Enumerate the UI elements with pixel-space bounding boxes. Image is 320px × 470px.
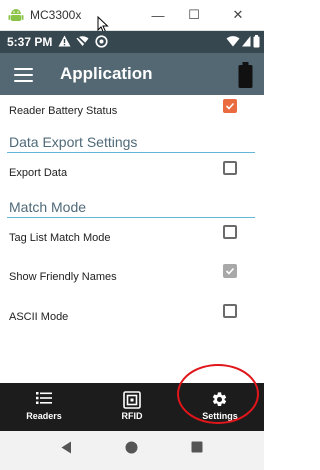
export-data-checkbox[interactable] [223,161,237,175]
tag-list-match-mode-checkbox[interactable] [223,225,237,239]
recents-icon[interactable] [191,441,203,453]
alert-icon [58,35,71,47]
check-icon [225,267,235,275]
list-icon [36,392,52,404]
wifi-off-icon [76,35,89,47]
match-mode-divider [7,217,255,218]
reader-battery-icon [238,62,253,88]
nav-settings-label: Settings [202,411,238,421]
close-window-button[interactable]: ✕ [226,6,250,24]
page-title: Application [60,64,153,83]
maximize-button[interactable]: ☐ [182,6,206,24]
match-mode-header: Match Mode [9,199,87,215]
system-navigation-bar [0,431,264,470]
ascii-mode-label: ASCII Mode [9,311,69,323]
ascii-mode-checkbox[interactable] [223,304,237,318]
gear-icon [212,392,227,407]
check-icon [225,102,235,110]
nav-readers[interactable]: Readers [0,383,88,431]
nav-rfid[interactable]: RFID [88,383,176,431]
settings-list: Reader Battery Status Data Export Settin… [0,95,264,383]
tag-list-match-mode-label: Tag List Match Mode [9,232,111,244]
ascii-mode-row[interactable]: ASCII Mode [0,304,264,324]
battery-status-icon [253,35,260,48]
rfid-icon [123,391,141,409]
signal-icon [242,36,251,47]
bottom-navigation: Readers RFID Settings [0,383,264,431]
status-time: 5:37 PM [7,35,53,49]
nfc-icon [95,35,108,48]
window-title: MC3300x [30,8,82,22]
show-friendly-names-row[interactable]: Show Friendly Names [0,264,264,284]
hamburger-menu-icon[interactable] [14,68,33,82]
show-friendly-names-label: Show Friendly Names [9,271,117,283]
status-bar: 5:37 PM [0,31,264,53]
wifi-icon [226,36,240,47]
nav-readers-label: Readers [26,411,62,421]
minimize-button[interactable]: — [146,6,170,24]
nav-rfid-label: RFID [121,411,143,421]
emulator-title-bar: MC3300x — ☐ ✕ [0,0,264,31]
show-friendly-names-checkbox[interactable] [223,264,237,278]
nav-settings[interactable]: Settings [176,383,264,431]
android-logo-icon [8,9,24,21]
app-bar: Application [0,53,264,95]
back-icon[interactable] [61,441,72,454]
export-data-label: Export Data [9,167,68,179]
data-export-settings-header: Data Export Settings [9,134,138,150]
reader-battery-status-row[interactable]: Reader Battery Status [0,99,264,119]
data-export-divider [7,152,255,153]
export-data-row[interactable]: Export Data [0,161,264,181]
reader-battery-status-label: Reader Battery Status [9,105,118,117]
home-icon[interactable] [125,441,138,454]
tag-list-match-mode-row[interactable]: Tag List Match Mode [0,225,264,245]
reader-battery-status-checkbox[interactable] [223,99,237,113]
